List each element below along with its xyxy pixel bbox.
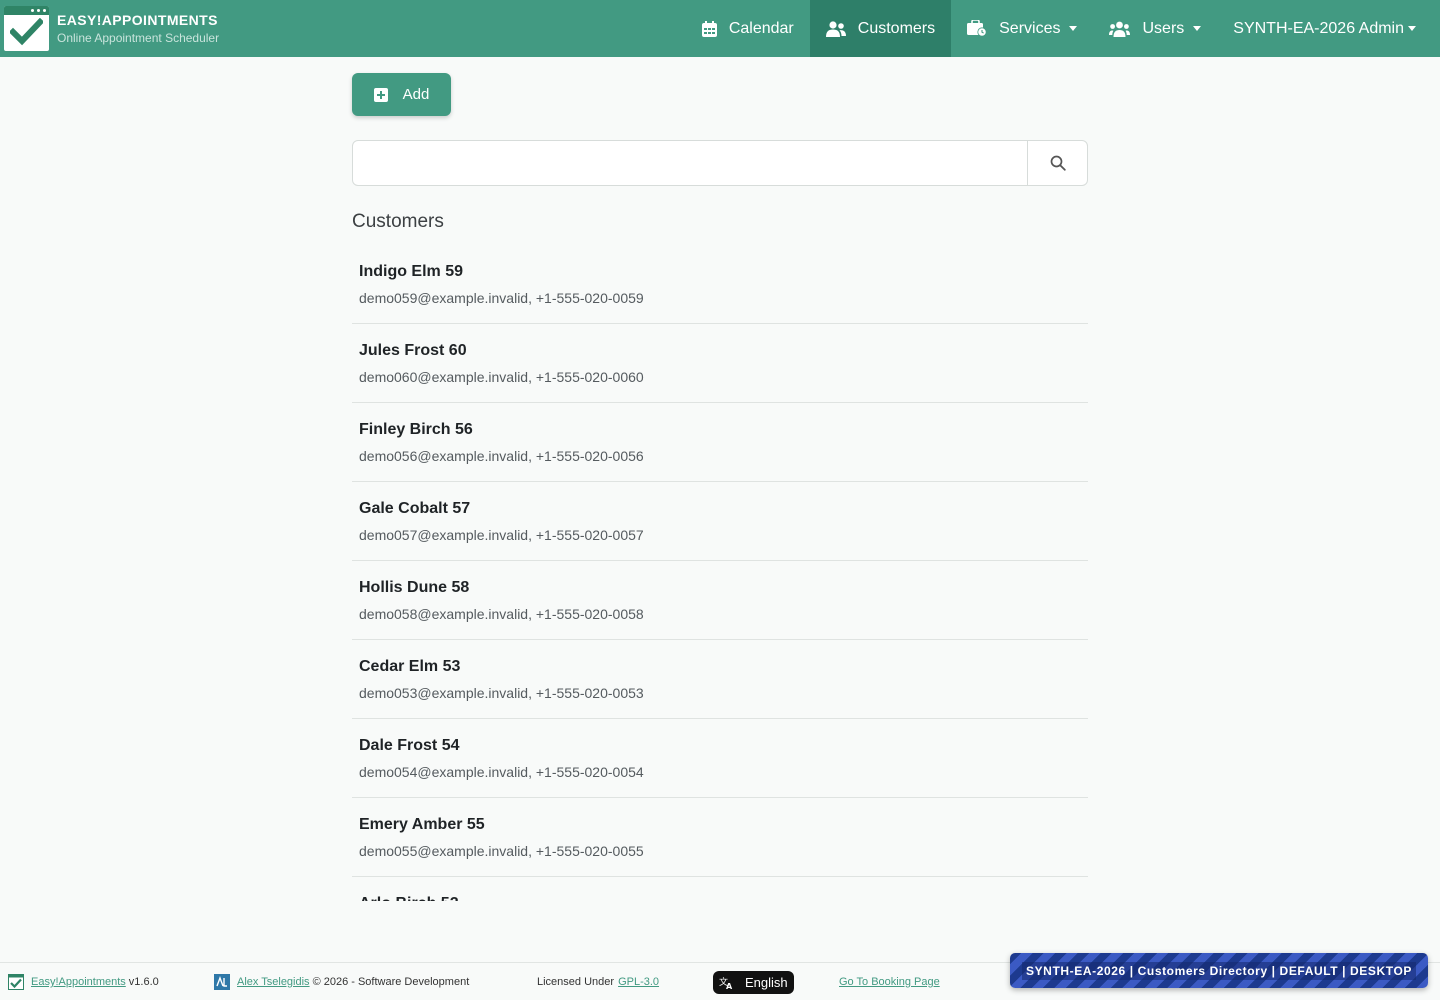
customer-name: Cedar Elm 53 [359,658,461,675]
search-button[interactable] [1027,141,1087,185]
customer-contact-info: demo055@example.invalid, +1-555-020-0055 [359,843,644,859]
customer-contact-info: demo058@example.invalid, +1-555-020-0058 [359,606,644,622]
customer-name: Gale Cobalt 57 [359,500,471,517]
brand-subtitle: Online Appointment Scheduler [57,31,220,45]
customer-contact-info: demo056@example.invalid, +1-555-020-0056 [359,448,644,464]
customers-list[interactable]: Indigo Elm 59 demo059@example.invalid, +1… [352,245,1088,901]
add-button-label: Add [402,86,430,103]
nav-account-label: SYNTH-EA-2026 Admin [1233,19,1404,37]
language-label: English [745,974,788,990]
booking-page-link[interactable]: Go To Booking Page [839,976,940,988]
briefcase-clock-icon [967,20,987,37]
brand[interactable]: EASY!APPOINTMENTS Online Appointment Sch… [0,0,219,57]
footer-copyright: © 2026 - Software Development [312,976,470,988]
footer-license-link[interactable]: GPL-3.0 [618,976,659,988]
customer-name: Jules Frost 60 [359,342,467,359]
footer-author-link[interactable]: Alex Tselegidis [237,976,310,988]
customer-entry[interactable]: Finley Birch 56 demo056@example.invalid, … [352,403,1088,482]
plus-square-icon [373,87,388,102]
main-nav: Calendar Customers Services Users SYNTH-… [686,0,1440,57]
customer-name: Finley Birch 56 [359,421,473,438]
customer-contact-info: demo053@example.invalid, +1-555-020-0053 [359,685,644,701]
customer-entry[interactable]: Arlo Birch 52 [352,877,1088,901]
nav-customers-label: Customers [857,19,936,37]
top-navbar: EASY!APPOINTMENTS Online Appointment Sch… [0,0,1440,57]
customer-entry[interactable]: Emery Amber 55 demo055@example.invalid, +… [352,798,1088,877]
search-input[interactable] [353,141,1027,185]
calendar-icon [701,20,717,37]
customer-entry[interactable]: Indigo Elm 59 demo059@example.invalid, +1… [352,245,1088,324]
customer-entry[interactable]: Cedar Elm 53 demo053@example.invalid, +1-… [352,640,1088,719]
customer-contact-info: demo060@example.invalid, +1-555-020-0060 [359,369,644,385]
footer-language: 文 A English [713,963,794,1000]
customer-name: Dale Frost 54 [359,737,460,754]
nav-account[interactable]: SYNTH-EA-2026 Admin [1217,0,1440,57]
users-icon [825,20,846,37]
customer-name: Emery Amber 55 [359,816,485,833]
user-group-icon [1109,21,1131,37]
nav-calendar-label: Calendar [728,19,794,37]
customer-entry[interactable]: Dale Frost 54 demo054@example.invalid, +1… [352,719,1088,798]
customer-contact-info: demo054@example.invalid, +1-555-020-0054 [359,764,644,780]
footer-app: Easy!Appointments v1.6.0 [8,963,159,1000]
footer-app-link[interactable]: Easy!Appointments [31,976,126,988]
chevron-down-icon [1193,26,1202,31]
customer-name: Arlo Birch 52 [359,895,1081,901]
translate-icon: 文 A [719,976,734,989]
app-logo-icon [4,6,49,51]
customer-entry[interactable]: Gale Cobalt 57 demo057@example.invalid, +… [352,482,1088,561]
nav-users[interactable]: Users [1093,0,1217,57]
customer-contact-info: demo057@example.invalid, +1-555-020-0057 [359,527,644,543]
footer-author: Alex Tselegidis © 2026 - Software Develo… [214,963,469,1000]
add-customer-button[interactable]: Add [352,73,451,116]
search-icon [1050,155,1066,171]
nav-services[interactable]: Services [951,0,1093,57]
customer-entry[interactable]: Jules Frost 60 demo060@example.invalid, +… [352,324,1088,403]
environment-banner-text: SYNTH-EA-2026 | Customers Directory | DE… [1021,961,1417,980]
nav-calendar[interactable]: Calendar [686,0,810,57]
customers-list-title: Customers [352,211,444,232]
nav-customers[interactable]: Customers [809,0,952,57]
nav-users-label: Users [1142,19,1185,37]
svg-text:A: A [726,982,733,989]
chevron-down-icon [1069,26,1078,31]
footer-license: Licensed Under GPL-3.0 [537,963,659,1000]
customer-name: Indigo Elm 59 [359,263,464,280]
customer-name: Hollis Dune 58 [359,579,470,596]
chevron-down-icon [1408,26,1416,31]
brand-title: EASY!APPOINTMENTS [57,12,218,28]
search-bar [352,140,1088,186]
footer-license-prefix: Licensed Under [537,976,615,988]
author-logo-icon [214,974,230,990]
customer-contact-info: demo059@example.invalid, +1-555-020-0059 [359,290,644,306]
footer-booking: Go To Booking Page [839,963,940,1000]
nav-services-label: Services [999,19,1061,37]
customer-entry[interactable]: Hollis Dune 58 demo058@example.invalid, +… [352,561,1088,640]
footer-version: v1.6.0 [128,976,159,988]
app-logo-small-icon [8,974,24,990]
language-selector[interactable]: 文 A English [713,970,794,994]
environment-banner: SYNTH-EA-2026 | Customers Directory | DE… [1010,953,1428,988]
